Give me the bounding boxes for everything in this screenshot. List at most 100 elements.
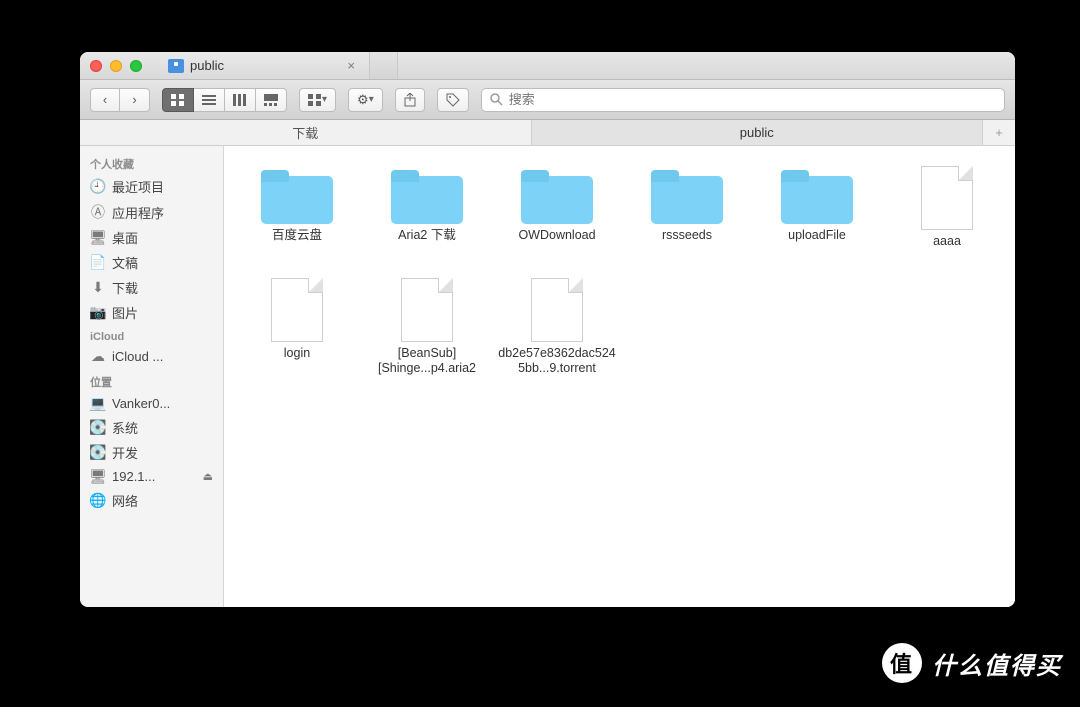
sidebar-item[interactable]: 💽系统 [80, 415, 223, 440]
folder-item[interactable]: OWDownload [492, 158, 622, 256]
folder-item[interactable]: 百度云盘 [232, 158, 362, 256]
gallery-icon [264, 94, 278, 106]
sidebar-item-label: 网络 [112, 491, 138, 510]
cloud-icon: ☁ [90, 348, 106, 365]
file-item[interactable]: [BeanSub][Shinge...p4.aria2 [362, 270, 492, 383]
search-icon [490, 93, 503, 106]
close-button[interactable] [90, 60, 102, 72]
chevron-down-icon: ▾ [322, 94, 327, 105]
maximize-button[interactable] [130, 60, 142, 72]
watermark-text: 什么值得买 [932, 646, 1062, 681]
sidebar-item-label: 图片 [112, 303, 138, 322]
sidebar-item[interactable]: Ⓐ 应用程序 [80, 199, 223, 225]
toolbar: ‹ › ▾ [80, 80, 1015, 120]
item-name: rssseeds [662, 228, 712, 244]
sidebar[interactable]: 个人收藏🕘最近项目Ⓐ应用程序🖥桌面📄文稿⬇下载📷图片iCloud☁iCloud … [80, 146, 224, 607]
folder-icon [651, 170, 723, 224]
gear-icon: ⚙ [357, 92, 369, 108]
camera-icon: 📷 [90, 304, 106, 321]
sidebar-item-label: 最近项目 [112, 177, 164, 196]
sidebar-item-label: 开发 [112, 443, 138, 462]
sidebar-item[interactable]: 📷 图片 [80, 300, 223, 325]
action-button[interactable]: ⚙ ▾ [348, 88, 383, 112]
folder-item[interactable]: rssseeds [622, 158, 752, 256]
sidebar-item[interactable]: 🌐 网络 [80, 488, 223, 513]
path-bar: 下载 public + [80, 120, 1015, 146]
sidebar-item[interactable]: 📄文稿 [80, 250, 223, 275]
sidebar-item-label: 下载 [112, 278, 138, 297]
close-tab-button[interactable]: × [343, 58, 359, 73]
item-name: 百度云盘 [272, 228, 322, 244]
search-input[interactable] [509, 92, 996, 107]
sidebar-section-title: 个人收藏 [80, 150, 223, 174]
chevron-left-icon: ‹ [103, 92, 107, 107]
file-icon [401, 278, 453, 342]
folder-item[interactable]: Aria2 下载 [362, 158, 492, 256]
sidebar-item[interactable]: ⬇ 下载 [80, 275, 223, 300]
sidebar-item-label: 系统 [112, 418, 138, 437]
content-area[interactable]: 百度云盘 Aria2 下载 OWDownload rssseeds uploadFile… [224, 146, 1015, 607]
sidebar-item[interactable]: 💽 开发 [80, 440, 223, 465]
share-icon [404, 93, 416, 107]
window-tab[interactable]: public × [160, 52, 370, 79]
finder-window: public × ‹ › [80, 52, 1015, 607]
plus-icon: + [995, 125, 1003, 140]
sidebar-item[interactable]: 🕘最近项目 [80, 174, 223, 199]
sidebar-item[interactable]: 🖥 192.1... ⏏ [80, 465, 223, 488]
new-tab-hint[interactable] [370, 52, 398, 79]
folder-icon [521, 170, 593, 224]
search-field[interactable] [481, 88, 1005, 112]
apps-icon: Ⓐ [90, 202, 106, 222]
file-item[interactable]: login [232, 270, 362, 383]
arrange-icon [308, 94, 322, 106]
file-item[interactable]: aaaa [882, 158, 1012, 256]
path-crumb[interactable]: public [532, 120, 984, 145]
laptop-icon: 💻 [90, 395, 106, 412]
file-icon [531, 278, 583, 342]
sidebar-item-label: 文稿 [112, 253, 138, 272]
folder-item[interactable]: uploadFile [752, 158, 882, 256]
item-name: Aria2 下载 [398, 228, 456, 244]
disk-icon: 💽 [90, 444, 106, 461]
icon-grid: 百度云盘 Aria2 下载 OWDownload rssseeds uploadFile… [232, 158, 1015, 397]
net-icon: 🖥 [90, 468, 106, 485]
view-gallery-button[interactable] [256, 88, 287, 112]
sidebar-item[interactable]: 💻 Vanker0... [80, 392, 223, 415]
sidebar-item-label: 桌面 [112, 228, 138, 247]
titlebar: public × [80, 52, 1015, 80]
path-crumb[interactable]: 下载 [80, 120, 532, 145]
sidebar-item-label: 应用程序 [112, 203, 164, 222]
view-columns-button[interactable] [225, 88, 256, 112]
tags-button[interactable] [437, 88, 469, 112]
arrange-group: ▾ [299, 88, 336, 112]
view-list-button[interactable] [194, 88, 225, 112]
view-icons-button[interactable] [162, 88, 194, 112]
window-body: 个人收藏🕘最近项目Ⓐ应用程序🖥桌面📄文稿⬇下载📷图片iCloud☁iCloud … [80, 146, 1015, 607]
file-icon [921, 166, 973, 230]
download-icon: ⬇ [90, 279, 106, 296]
item-name: uploadFile [788, 228, 846, 244]
add-tab-button[interactable]: + [983, 120, 1015, 145]
folder-icon [781, 170, 853, 224]
sidebar-item-label: Vanker0... [112, 396, 170, 411]
watermark-badge: 值 [882, 643, 922, 683]
minimize-button[interactable] [110, 60, 122, 72]
sidebar-section-title: 位置 [80, 368, 223, 392]
sidebar-item[interactable]: ☁iCloud ... [80, 345, 223, 368]
globe-icon: 🌐 [90, 492, 106, 509]
item-name: aaaa [933, 234, 961, 250]
network-share-icon [168, 59, 184, 73]
back-button[interactable]: ‹ [90, 88, 120, 112]
share-button[interactable] [395, 88, 425, 112]
sidebar-item-label: 192.1... [112, 469, 155, 484]
arrange-button[interactable]: ▾ [299, 88, 336, 112]
forward-button[interactable]: › [120, 88, 150, 112]
tag-icon [446, 93, 460, 107]
crumb-label: 下载 [292, 123, 318, 142]
eject-icon[interactable]: ⏏ [203, 470, 213, 483]
desktop-icon: 🖥 [90, 229, 106, 246]
file-item[interactable]: db2e57e8362dac5245bb...9.torrent [492, 270, 622, 383]
sidebar-item[interactable]: 🖥 桌面 [80, 225, 223, 250]
crumb-label: public [740, 125, 774, 140]
chevron-right-icon: › [132, 92, 136, 107]
